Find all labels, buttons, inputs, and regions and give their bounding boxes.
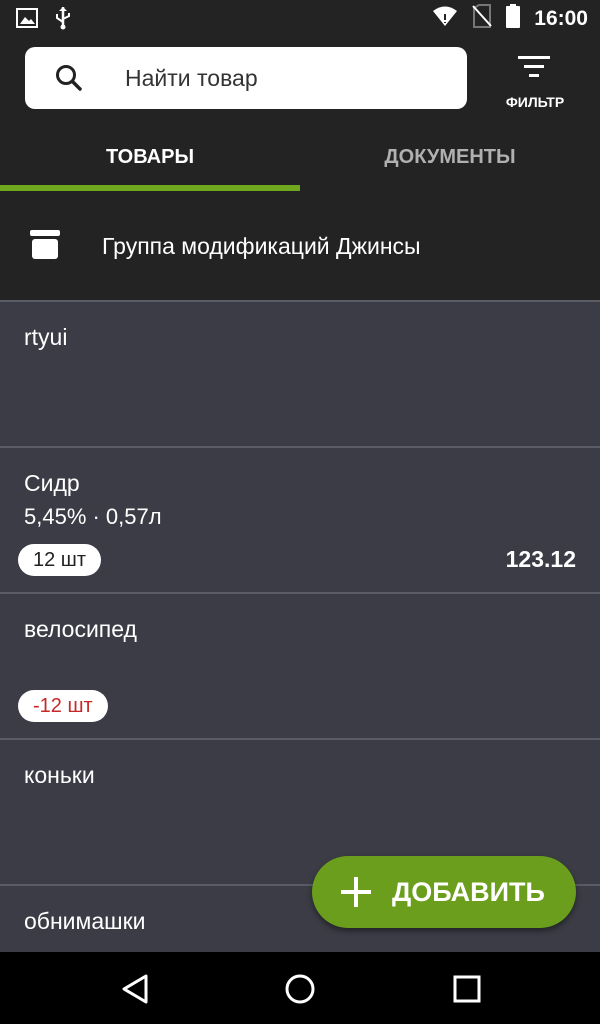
tab-bar: ТОВАРЫ ДОКУМЕНТЫ bbox=[0, 126, 600, 192]
tab-goods[interactable]: ТОВАРЫ bbox=[0, 126, 300, 188]
active-tab-indicator bbox=[0, 185, 300, 191]
list-item[interactable]: Сидр 5,45% · 0,57л 12 шт 123.12 bbox=[0, 446, 600, 592]
battery-icon bbox=[506, 4, 521, 33]
quantity-badge: -12 шт bbox=[18, 690, 108, 722]
item-name: велосипед bbox=[24, 616, 137, 642]
group-label: Группа модификаций Джинсы bbox=[102, 233, 421, 259]
group-row[interactable]: Группа модификаций Джинсы bbox=[0, 192, 600, 300]
filter-icon bbox=[518, 54, 550, 85]
search-input[interactable]: Найти товар bbox=[25, 47, 467, 109]
home-icon[interactable] bbox=[283, 972, 317, 1006]
filter-button[interactable]: ФИЛЬТР bbox=[498, 48, 572, 114]
add-button[interactable]: ДОБАВИТЬ bbox=[312, 856, 576, 928]
add-button-label: ДОБАВИТЬ bbox=[392, 877, 545, 907]
search-icon bbox=[55, 64, 83, 97]
navigation-bar bbox=[0, 952, 600, 1024]
no-sim-icon bbox=[472, 4, 493, 33]
search-placeholder: Найти товар bbox=[125, 65, 258, 91]
image-icon bbox=[16, 8, 38, 33]
item-name: коньки bbox=[24, 762, 95, 788]
status-bar: 16:00 bbox=[0, 0, 600, 36]
item-name: Сидр bbox=[24, 470, 80, 496]
item-price: 123.12 bbox=[505, 546, 576, 572]
status-time: 16:00 bbox=[534, 6, 588, 30]
usb-icon bbox=[54, 6, 72, 35]
item-name: rtyui bbox=[24, 324, 68, 350]
recents-icon[interactable] bbox=[450, 972, 484, 1006]
item-details: 5,45% · 0,57л bbox=[24, 504, 162, 529]
quantity-badge: 12 шт bbox=[18, 544, 102, 576]
product-list[interactable]: rtyui Сидр 5,45% · 0,57л 12 шт 123.12 ве… bbox=[0, 300, 600, 952]
back-icon[interactable] bbox=[118, 972, 152, 1006]
tab-documents[interactable]: ДОКУМЕНТЫ bbox=[300, 126, 600, 188]
wifi-icon bbox=[432, 5, 458, 32]
filter-label: ФИЛЬТР bbox=[505, 94, 565, 110]
list-item[interactable]: велосипед -12 шт bbox=[0, 592, 600, 738]
archive-icon bbox=[30, 230, 60, 265]
item-name: обнимашки bbox=[24, 908, 146, 934]
plus-icon bbox=[340, 876, 372, 913]
list-item[interactable]: rtyui bbox=[0, 300, 600, 446]
